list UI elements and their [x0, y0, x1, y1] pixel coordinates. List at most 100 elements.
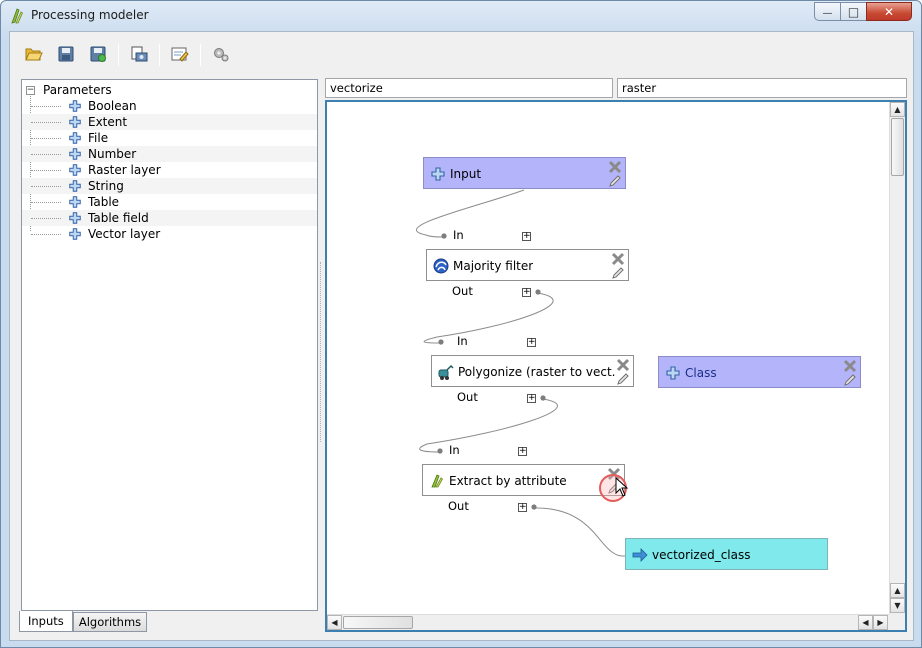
plus-parameter-icon: [69, 180, 81, 192]
model-group-field[interactable]: raster: [617, 78, 907, 98]
window-title: Processing modeler: [31, 8, 149, 22]
open-model-button[interactable]: [22, 42, 46, 66]
maximize-button[interactable]: □: [840, 2, 867, 21]
toolbar-separator: [159, 44, 160, 66]
edit-pencil-icon[interactable]: [611, 266, 625, 280]
tree-guide-line: [31, 154, 61, 155]
node-polygonize[interactable]: Polygonize (raster to vect...: [431, 355, 634, 387]
expand-port-icon[interactable]: +: [518, 447, 527, 456]
tree-guide-line: [31, 122, 61, 123]
expand-port-icon[interactable]: +: [527, 394, 536, 403]
collapse-icon[interactable]: −: [26, 85, 35, 95]
scroll-up-icon[interactable]: ▲: [890, 102, 905, 117]
edit-pencil-icon[interactable]: [616, 372, 630, 386]
tree-item-number[interactable]: Number: [22, 146, 317, 162]
expand-port-icon[interactable]: +: [522, 288, 531, 297]
tree-item-boolean[interactable]: Boolean: [22, 98, 317, 114]
tree-root-parameters[interactable]: − Parameters: [26, 82, 112, 98]
port-out-label: Out: [457, 390, 478, 404]
port-out-label: Out: [448, 499, 469, 513]
scroll-right-icon[interactable]: ▶: [873, 615, 888, 630]
title-bar: Processing modeler — □ ✕: [1, 1, 921, 31]
tree-item-vector-layer[interactable]: Vector layer: [22, 226, 317, 242]
tree-item-table-field[interactable]: Table field: [22, 210, 317, 226]
tree-item-table[interactable]: Table: [22, 194, 317, 210]
tab-algorithms[interactable]: Algorithms: [73, 612, 147, 632]
port-in-label: In: [457, 334, 468, 348]
qgis-processing-icon: [11, 8, 24, 24]
tree-guide-line: [31, 170, 61, 171]
node-input-parameter[interactable]: Input: [423, 157, 626, 189]
tree-guide-line: [31, 218, 61, 219]
minimize-button[interactable]: —: [814, 2, 841, 21]
model-name-value: vectorize: [330, 81, 383, 95]
link-majority-to-polygonize: [423, 292, 554, 344]
tab-algorithms-label: Algorithms: [78, 615, 142, 629]
delete-icon[interactable]: [608, 160, 622, 174]
port-dot: [441, 233, 447, 239]
tab-inputs[interactable]: Inputs: [19, 611, 73, 632]
port-dot: [535, 289, 541, 295]
model-name-field[interactable]: vectorize: [325, 78, 613, 98]
tree-guide-line: [31, 138, 61, 139]
tree-item-file[interactable]: File: [22, 130, 317, 146]
edit-pencil-icon[interactable]: [608, 174, 622, 188]
plus-parameter-icon: [69, 196, 81, 208]
port-dot: [437, 448, 443, 454]
node-class-parameter[interactable]: Class: [658, 356, 861, 388]
model-group-value: raster: [622, 81, 657, 95]
node-majority-filter[interactable]: Majority filter: [426, 249, 629, 281]
run-gears-icon: [214, 48, 229, 62]
save-as-icon: [90, 46, 106, 62]
edit-help-icon: [171, 47, 189, 62]
expand-port-icon[interactable]: +: [518, 503, 527, 512]
export-image-icon: [131, 46, 148, 62]
tree-item-extent[interactable]: Extent: [22, 114, 317, 130]
expand-port-icon[interactable]: +: [527, 338, 536, 347]
maximize-icon: □: [847, 4, 860, 19]
panel-splitter[interactable]: [320, 262, 323, 442]
edit-help-button[interactable]: [168, 42, 192, 66]
tree-item-label: Table: [88, 195, 120, 209]
save-as-model-button[interactable]: [86, 42, 110, 66]
port-dot: [531, 504, 537, 510]
edit-pencil-icon[interactable]: [843, 373, 857, 387]
link-extract-to-output: [533, 507, 628, 557]
mouse-cursor-icon: [615, 477, 629, 497]
delete-icon[interactable]: [843, 359, 857, 373]
plus-parameter-icon: [69, 148, 81, 160]
expand-port-icon[interactable]: +: [522, 232, 531, 241]
plus-parameter-icon: [69, 228, 81, 240]
plus-parameter-icon: [69, 100, 81, 112]
output-arrow-icon: [632, 548, 648, 562]
tree-item-label: Boolean: [88, 99, 137, 113]
tree-item-string[interactable]: String: [22, 178, 317, 194]
node-output-vectorized-class[interactable]: vectorized_class: [625, 538, 828, 570]
run-model-button[interactable]: [209, 42, 233, 66]
node-extract-by-attribute[interactable]: Extract by attribute: [422, 464, 625, 496]
toolbar: [10, 32, 913, 76]
modeler-client-area: − Parameters Boolean Extent File Number Rast…: [9, 31, 914, 641]
tab-inputs-label: Inputs: [28, 614, 64, 628]
export-image-button[interactable]: [127, 42, 151, 66]
model-canvas[interactable]: Input In + Majority filter Out + In + Po…: [325, 100, 907, 632]
node-label: vectorized_class: [652, 548, 751, 562]
canvas-horizontal-scrollbar[interactable]: ◀ ◀ ▶: [327, 614, 889, 630]
delete-icon[interactable]: [611, 252, 625, 266]
scroll-left-icon[interactable]: ◀: [858, 615, 873, 630]
port-out-label: Out: [452, 284, 473, 298]
plus-parameter-icon: [69, 212, 81, 224]
node-label: Polygonize (raster to vect...: [458, 365, 616, 379]
tree-item-raster-layer[interactable]: Raster layer: [22, 162, 317, 178]
port-dot: [540, 395, 546, 401]
scroll-down-icon[interactable]: ▼: [890, 598, 905, 613]
scroll-left-icon[interactable]: ◀: [327, 615, 342, 630]
canvas-vertical-scrollbar[interactable]: ▲ ▲ ▼: [889, 102, 905, 614]
delete-icon[interactable]: [616, 358, 630, 372]
scroll-up-icon[interactable]: ▲: [890, 583, 905, 598]
close-button[interactable]: ✕: [866, 2, 912, 21]
horizontal-scroll-thumb[interactable]: [343, 616, 413, 629]
save-model-button[interactable]: [54, 42, 78, 66]
vertical-scroll-thumb[interactable]: [891, 118, 904, 176]
tree-root-label: Parameters: [43, 83, 112, 97]
